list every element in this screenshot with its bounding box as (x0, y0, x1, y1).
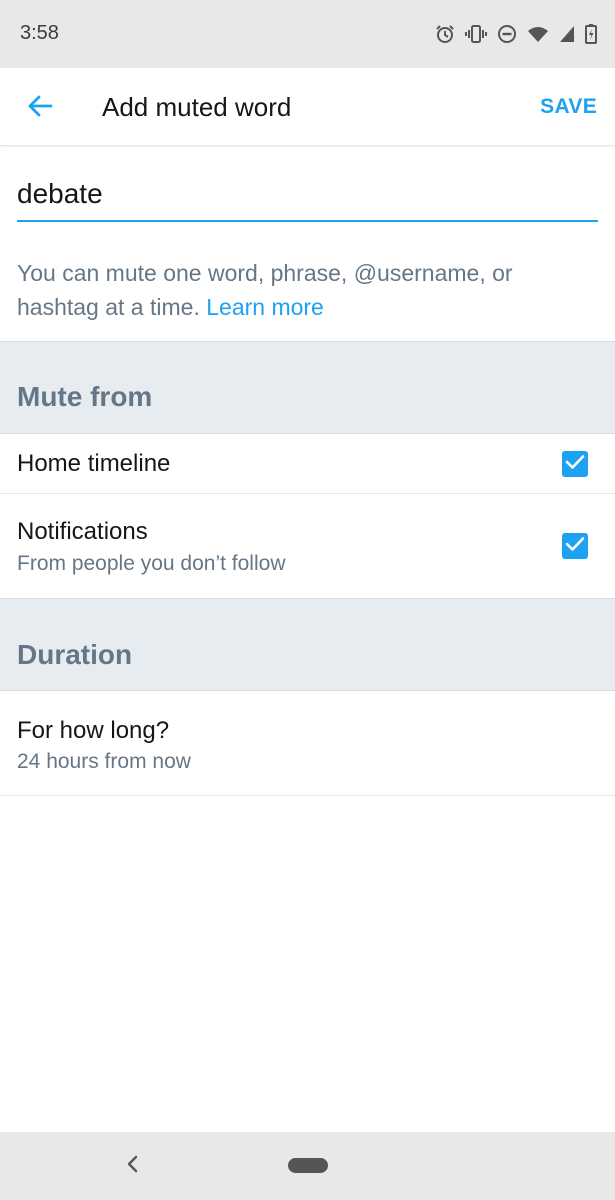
notifications-label: Notifications (17, 518, 148, 545)
checkmark-icon (565, 536, 585, 557)
home-pill-icon[interactable] (288, 1158, 328, 1173)
muted-word-input[interactable] (17, 168, 598, 216)
wifi-icon (527, 25, 549, 43)
muted-word-field[interactable] (17, 168, 598, 222)
duration-section-header: Duration (0, 598, 615, 691)
duration-value: 24 hours from now (17, 750, 191, 773)
notifications-row[interactable]: Notifications From people you don’t foll… (0, 494, 615, 599)
notifications-checkbox[interactable] (562, 533, 588, 559)
home-timeline-label: Home timeline (17, 450, 171, 477)
home-timeline-checkbox[interactable] (562, 451, 588, 477)
learn-more-link[interactable]: Learn more (206, 294, 324, 320)
checkmark-icon (565, 454, 585, 475)
save-button[interactable]: SAVE (540, 95, 597, 119)
do-not-disturb-icon (497, 24, 517, 44)
hint-text: You can mute one word, phrase, @username… (17, 256, 597, 324)
duration-title: Duration (17, 639, 133, 670)
duration-row[interactable]: For how long? 24 hours from now (0, 691, 615, 796)
battery-icon (585, 24, 597, 44)
mute-from-title: Mute from (17, 381, 153, 412)
nav-back-icon (126, 1155, 138, 1178)
signal-icon (559, 25, 575, 43)
vibrate-icon (465, 24, 487, 44)
arrow-left-icon (27, 95, 53, 122)
status-time: 3:58 (20, 22, 59, 44)
status-icons (435, 22, 597, 46)
notifications-sublabel: From people you don’t follow (17, 552, 286, 575)
mute-from-section-header: Mute from (0, 341, 615, 434)
home-timeline-row[interactable]: Home timeline (0, 434, 615, 494)
nav-back-button[interactable] (120, 1152, 144, 1180)
app-bar: Add muted word SAVE (0, 68, 615, 146)
system-nav-bar (0, 1132, 615, 1200)
alarm-icon (435, 24, 455, 44)
duration-label: For how long? (17, 717, 170, 744)
back-button[interactable] (20, 88, 60, 128)
page-title: Add muted word (102, 92, 292, 122)
status-bar: 3:58 (0, 0, 615, 68)
